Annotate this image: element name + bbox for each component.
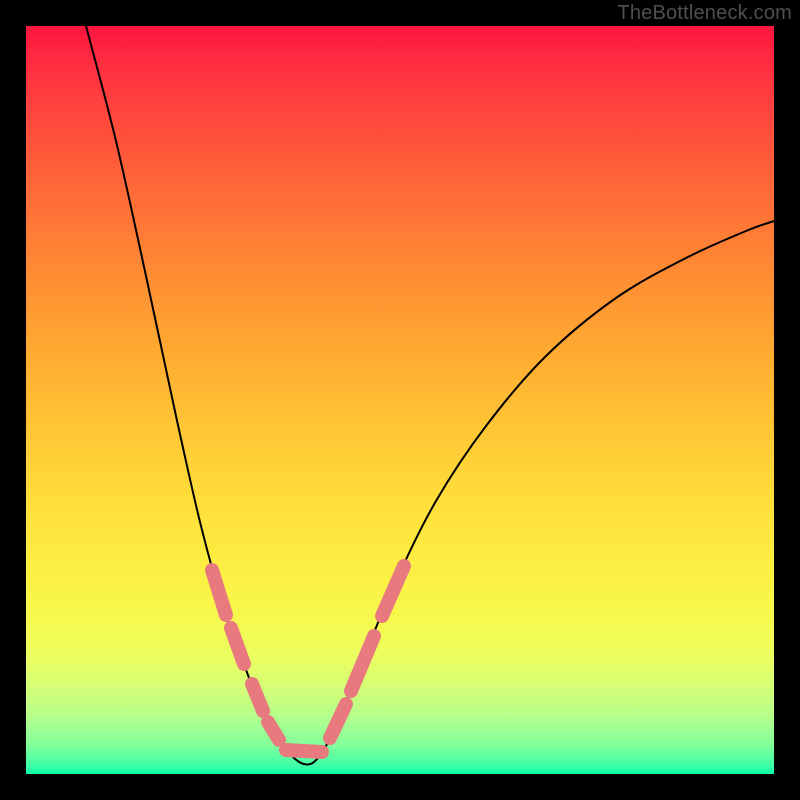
highlight-bead xyxy=(252,684,263,711)
highlight-bead xyxy=(231,628,244,664)
watermark-text: TheBottleneck.com xyxy=(617,2,792,25)
bottleneck-curve-plot xyxy=(26,26,774,774)
bottleneck-curve xyxy=(86,26,774,764)
highlight-bead xyxy=(351,636,374,691)
highlight-bead xyxy=(330,704,346,738)
highlight-bead-group xyxy=(212,566,404,752)
chart-frame: TheBottleneck.com xyxy=(0,0,800,800)
highlight-bead xyxy=(286,750,322,752)
highlight-bead xyxy=(212,570,226,615)
highlight-bead xyxy=(268,722,279,740)
highlight-bead xyxy=(382,566,404,616)
